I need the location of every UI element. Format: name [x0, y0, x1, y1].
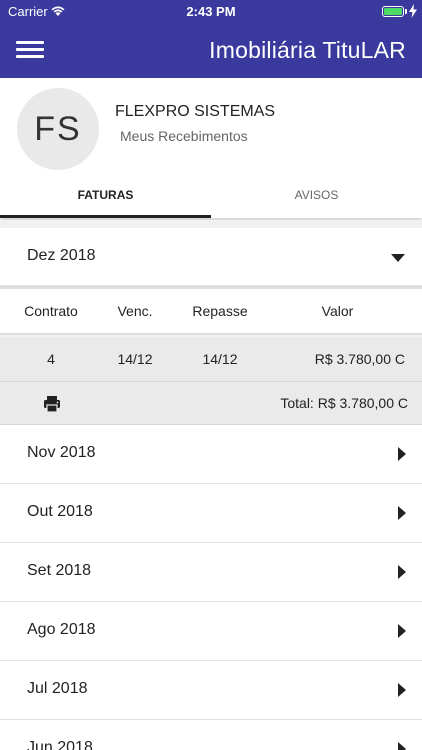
col-header-contrato: Contrato [24, 303, 78, 319]
total-row: Total: R$ 3.780,00 C [0, 382, 422, 425]
chevron-right-icon [398, 506, 406, 520]
month-label: Out 2018 [27, 503, 93, 520]
col-header-venc: Venc. [117, 303, 153, 319]
month-label: Ago 2018 [27, 621, 96, 638]
cell-contrato: 4 [47, 351, 55, 367]
month-label: Nov 2018 [27, 444, 96, 461]
hamburger-icon[interactable] [14, 37, 46, 63]
month-label: Jun 2018 [27, 739, 93, 750]
invoice-table-header: Contrato Venc. Repasse Valor [0, 289, 422, 335]
month-row-nov-2018[interactable]: Nov 2018 [0, 425, 422, 484]
tab-avisos[interactable]: AVISOS [211, 174, 422, 218]
battery-tip [405, 9, 407, 14]
cell-venc: 14/12 [117, 351, 153, 367]
table-row[interactable]: 4 14/12 14/12 R$ 3.780,00 C [0, 337, 422, 382]
chevron-right-icon [398, 742, 406, 750]
month-label: Dez 2018 [27, 247, 96, 264]
month-label: Set 2018 [27, 562, 92, 579]
cell-valor: R$ 3.780,00 C [314, 351, 405, 367]
battery-icon [382, 6, 404, 17]
chevron-right-icon [398, 683, 406, 697]
tab-bar: FATURAS AVISOS [0, 174, 422, 218]
avatar: FS [17, 88, 99, 170]
status-time: 2:43 PM [186, 4, 236, 19]
month-row-dez-2018[interactable]: Dez 2018 [0, 228, 422, 286]
total-value: Total: R$ 3.780,00 C [280, 395, 408, 411]
month-row-out-2018[interactable]: Out 2018 [0, 484, 422, 543]
chevron-right-icon [398, 565, 406, 579]
month-row-set-2018[interactable]: Set 2018 [0, 543, 422, 602]
app-title: Imobiliária TituLAR [209, 37, 406, 63]
chevron-down-icon [391, 254, 405, 262]
chevron-right-icon [398, 624, 406, 638]
month-label: Jul 2018 [27, 680, 88, 697]
profile-subtitle: Meus Recebimentos [120, 128, 248, 144]
month-row-ago-2018[interactable]: Ago 2018 [0, 602, 422, 661]
tab-faturas[interactable]: FATURAS [0, 174, 211, 218]
col-header-repasse: Repasse [192, 303, 248, 319]
status-bar: Carrier 2:43 PM [0, 0, 422, 24]
charging-bolt-icon [409, 4, 417, 18]
profile-name: FLEXPRO SISTEMAS [115, 103, 276, 120]
app-bar: Imobiliária TituLAR [0, 24, 422, 78]
month-row-jul-2018[interactable]: Jul 2018 [0, 661, 422, 720]
chevron-right-icon [398, 447, 406, 461]
print-icon[interactable] [42, 394, 62, 414]
col-header-valor: Valor [321, 303, 354, 319]
cell-repasse: 14/12 [202, 351, 238, 367]
profile-header: FS FLEXPRO SISTEMAS Meus Recebimentos [0, 78, 422, 175]
month-row-jun-2018[interactable]: Jun 2018 [0, 720, 422, 750]
